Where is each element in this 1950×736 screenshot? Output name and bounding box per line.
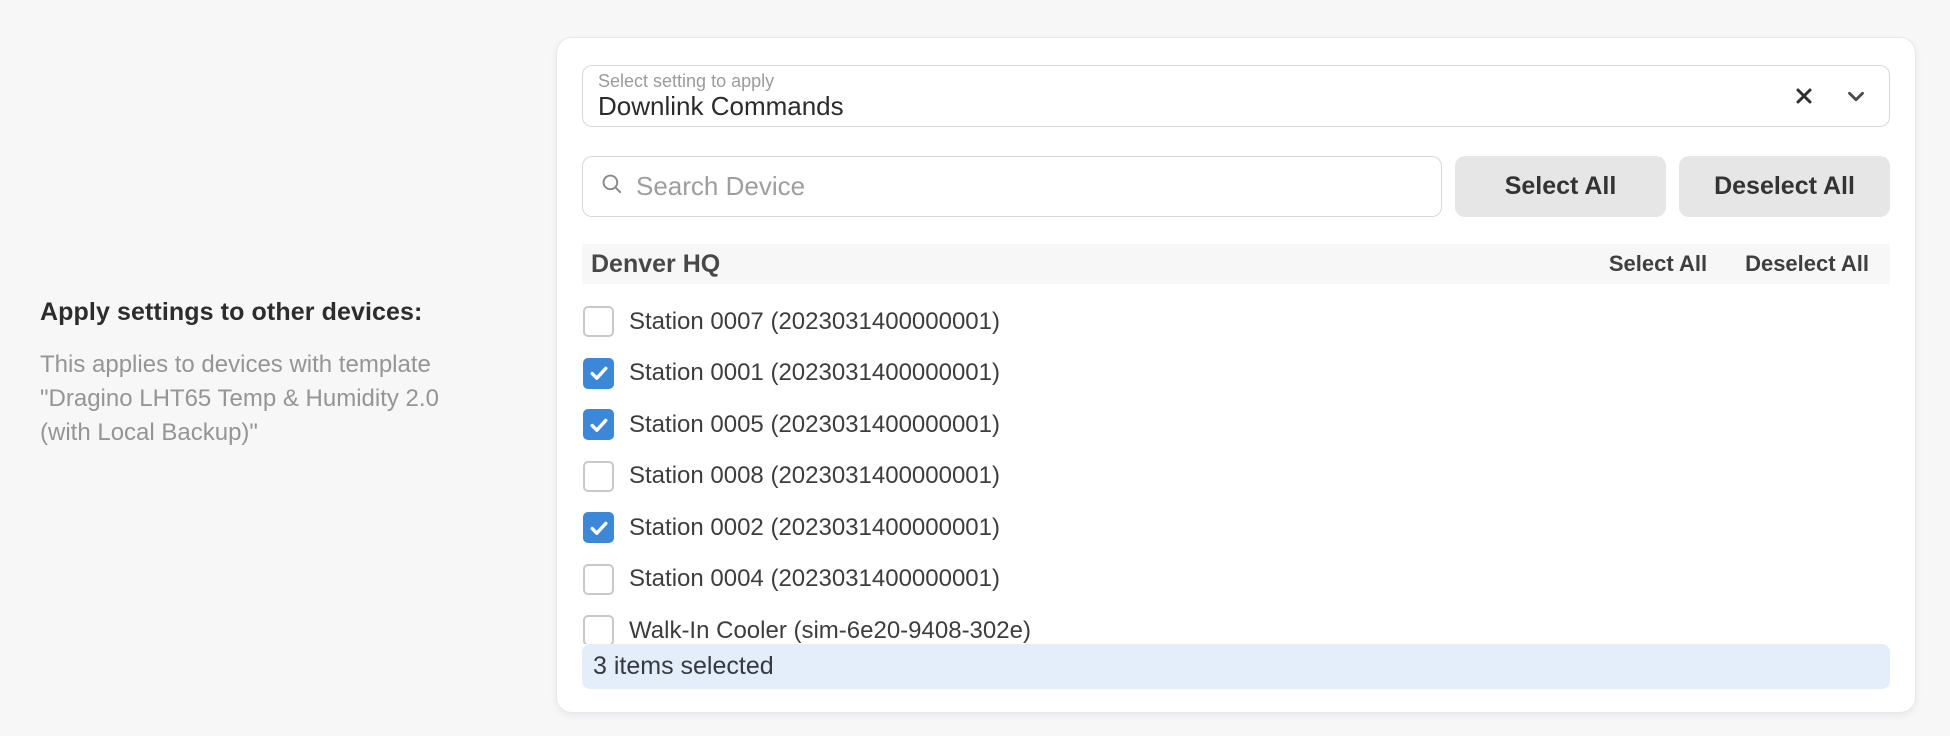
device-label: Station 0007 (2023031400000001): [629, 308, 1000, 336]
search-toolbar: Select All Deselect All: [582, 156, 1890, 217]
device-checkbox[interactable]: [583, 358, 614, 389]
device-row[interactable]: Walk-In Cooler (sim-6e20-9408-302e): [582, 605, 1890, 644]
device-row[interactable]: Station 0004 (2023031400000001): [582, 554, 1890, 606]
device-checkbox[interactable]: [583, 512, 614, 543]
device-checkbox[interactable]: [583, 461, 614, 492]
device-row[interactable]: Station 0007 (2023031400000001): [582, 296, 1890, 348]
setting-select-value: Downlink Commands: [598, 91, 844, 121]
device-group-header: Denver HQ Select All Deselect All: [582, 244, 1890, 284]
device-label: Station 0008 (2023031400000001): [629, 462, 1000, 490]
device-group-name: Denver HQ: [591, 250, 720, 279]
clear-selection-icon[interactable]: [1792, 84, 1816, 108]
device-checkbox[interactable]: [583, 306, 614, 337]
device-checkbox[interactable]: [583, 564, 614, 595]
chevron-down-icon[interactable]: [1843, 83, 1869, 109]
device-row[interactable]: Station 0001 (2023031400000001): [582, 348, 1890, 400]
search-icon: [599, 171, 625, 202]
group-deselect-all-link[interactable]: Deselect All: [1745, 251, 1869, 277]
device-label: Walk-In Cooler (sim-6e20-9408-302e): [629, 617, 1031, 644]
device-selection-card: Select setting to apply Downlink Command…: [556, 37, 1916, 713]
device-label: Station 0002 (2023031400000001): [629, 514, 1000, 542]
search-input[interactable]: [636, 171, 1425, 202]
device-label: Station 0001 (2023031400000001): [629, 359, 1000, 387]
setting-select-dropdown[interactable]: Select setting to apply Downlink Command…: [582, 65, 1890, 127]
device-label: Station 0004 (2023031400000001): [629, 565, 1000, 593]
device-list: Station 0007 (2023031400000001) Station …: [582, 284, 1890, 644]
apply-settings-description: This applies to devices with template "D…: [40, 348, 472, 450]
device-row[interactable]: Station 0002 (2023031400000001): [582, 502, 1890, 554]
deselect-all-button[interactable]: Deselect All: [1679, 156, 1890, 217]
device-row[interactable]: Station 0008 (2023031400000001): [582, 451, 1890, 503]
device-checkbox[interactable]: [583, 615, 614, 644]
selection-summary: 3 items selected: [582, 644, 1890, 689]
device-checkbox[interactable]: [583, 409, 614, 440]
apply-settings-heading: Apply settings to other devices:: [40, 298, 472, 327]
device-row[interactable]: Station 0005 (2023031400000001): [582, 399, 1890, 451]
device-search-box[interactable]: [582, 156, 1442, 217]
setting-select-label: Select setting to apply: [598, 71, 844, 91]
group-select-all-link[interactable]: Select All: [1609, 251, 1707, 277]
select-all-button[interactable]: Select All: [1455, 156, 1666, 217]
device-label: Station 0005 (2023031400000001): [629, 411, 1000, 439]
apply-settings-panel: Apply settings to other devices: This ap…: [40, 298, 472, 450]
